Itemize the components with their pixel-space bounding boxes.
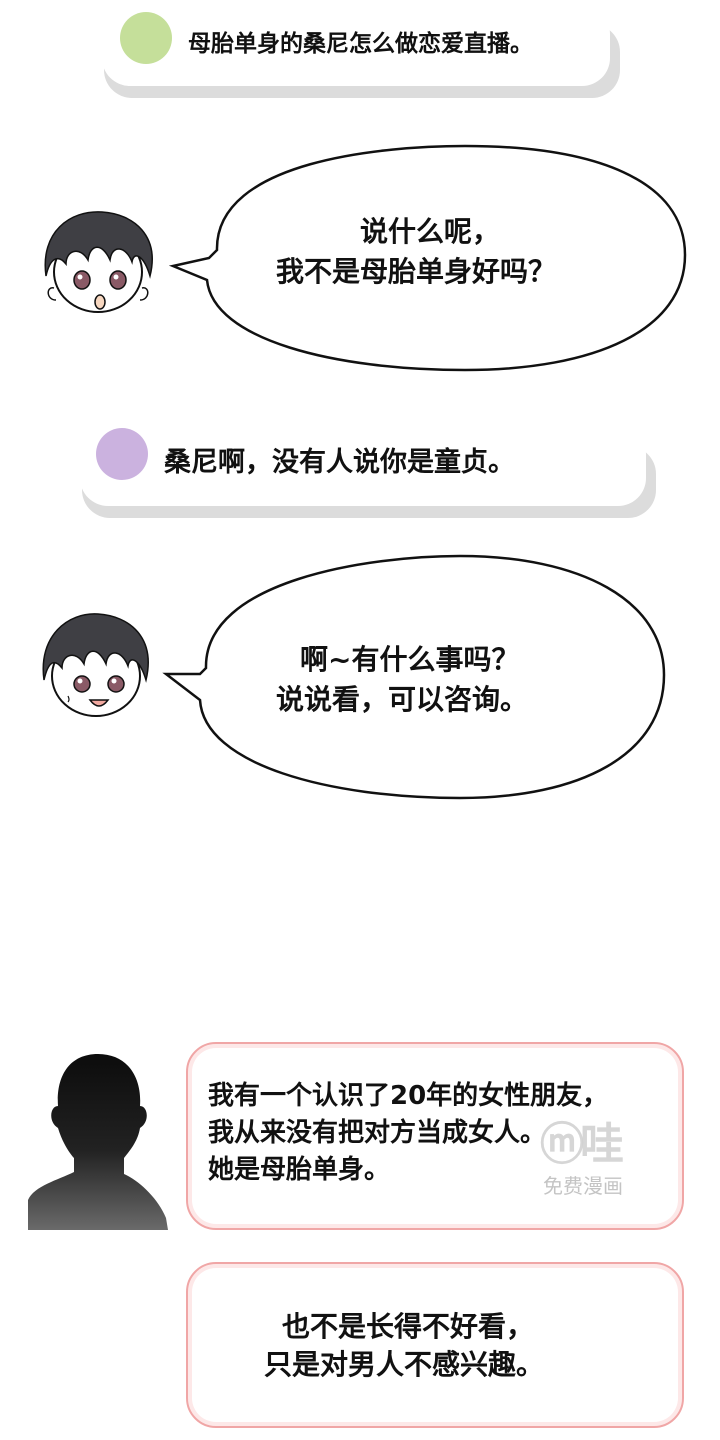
chat-message-1-text: 母胎单身的桑尼怎么做恋爱直播。 [188,31,533,57]
avatar-dot-purple [96,428,148,480]
avatar-smiling-icon [42,613,149,717]
caller-message-1-line-2: 我从来没有把对方当成女人。 [208,1118,547,1148]
caller-message-2-line-2: 只是对男人不感兴趣。 [264,1348,545,1381]
watermark-logo: ⓜ哇 [540,1119,624,1170]
speech-bubble-2-line-1: 啊~有什么事吗？ [300,643,520,676]
avatar-surprised-icon [44,211,153,313]
avatar-dot-green [120,12,172,64]
watermark-text: 免费漫画 [543,1174,623,1198]
caller-message-1-line-3: 她是母胎单身。 [208,1155,391,1185]
anonymous-person-icon [28,1054,168,1230]
chat-message-2-text: 桑尼啊，没有人说你是童贞。 [164,447,515,478]
caller-message-2-line-1: 也不是长得不好看， [282,1310,535,1343]
speech-bubble-1-line-1: 说什么呢， [360,215,501,248]
caller-message-box-2 [186,1262,684,1428]
speech-bubble-1-line-2: 我不是母胎单身好吗？ [276,255,557,288]
speech-bubble-2-line-2: 说说看，可以咨询。 [276,683,529,716]
